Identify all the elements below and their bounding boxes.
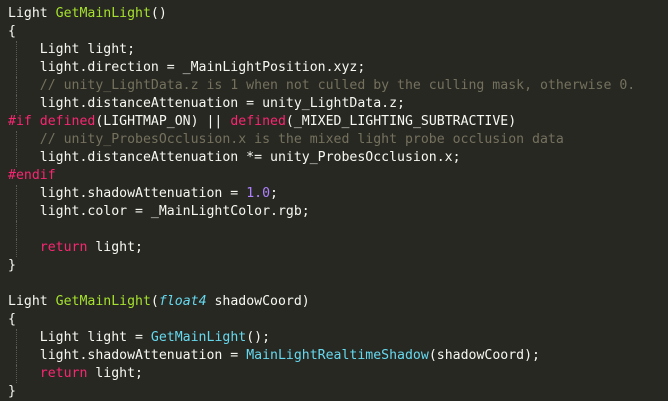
indent-guide [16, 95, 17, 113]
code-line[interactable]: // unity_ProbesOcclusion.x is the mixed … [0, 131, 668, 149]
code-token-type-italic: MainLightRealtimeShadow [246, 348, 429, 363]
indent-guide [16, 221, 17, 239]
code-token-number: 1.0 [246, 186, 271, 201]
code-token-plain: Light [8, 6, 56, 21]
code-token-type-italic: GetMainLight [150, 330, 247, 345]
code-token-plain: } [8, 384, 16, 399]
code-token-plain: (_MIXED_LIGHTING_SUBTRACTIVE) [285, 114, 517, 129]
code-token-keyword: #if [8, 114, 40, 129]
code-line[interactable]: light.distanceAttenuation *= unity_Probe… [0, 149, 668, 167]
code-line[interactable]: Light light = GetMainLight(); [0, 329, 668, 347]
code-area[interactable]: Light GetMainLight(){ Light light; light… [0, 5, 668, 401]
code-token-plain: Light light; [8, 42, 136, 57]
code-token-plain: { [8, 24, 16, 39]
indent-guide [16, 77, 17, 95]
indent-guide [16, 347, 17, 365]
code-token-plain: ( [150, 294, 159, 309]
code-line[interactable]: #if defined(LIGHTMAP_ON) || defined(_MIX… [0, 113, 668, 131]
code-line[interactable]: light.direction = _MainLightPosition.xyz… [0, 59, 668, 77]
code-token-plain: light.color = _MainLightColor.rgb; [8, 204, 310, 219]
indent-guide [16, 131, 17, 149]
code-token-plain: (shadowCoord); [428, 348, 540, 363]
code-token-plain: light; [87, 366, 143, 381]
code-token-keyword: defined [230, 114, 286, 129]
code-token-keyword: return [39, 240, 88, 255]
indent-guide [16, 41, 17, 59]
code-line[interactable] [0, 275, 668, 293]
indent-guide [16, 185, 17, 203]
indent-guide [16, 203, 17, 221]
code-line[interactable]: } [0, 383, 668, 401]
code-line[interactable]: } [0, 257, 668, 275]
code-token-plain: Light light = [8, 330, 151, 345]
code-token-plain: light.shadowAttenuation = [8, 186, 247, 201]
code-token-plain: (LIGHTMAP_ON) || [95, 114, 231, 129]
code-line[interactable]: return light; [0, 239, 668, 257]
code-token-keyword: defined [39, 114, 96, 129]
code-line[interactable]: Light GetMainLight(float4 shadowCoord) [0, 293, 668, 311]
code-token-plain: light.distanceAttenuation *= unity_Probe… [8, 150, 461, 165]
code-token-plain: } [8, 258, 16, 273]
code-token-plain: (); [246, 330, 271, 345]
code-line[interactable]: light.distanceAttenuation = unity_LightD… [0, 95, 668, 113]
code-token-plain: () [150, 6, 167, 21]
code-token-plain: ; [270, 186, 278, 201]
indent-guide [16, 149, 17, 167]
code-token-plain: light.distanceAttenuation = unity_LightD… [8, 96, 405, 111]
code-token-comment: // unity_ProbesOcclusion.x is the mixed … [8, 132, 564, 147]
code-line[interactable]: // unity_LightData.z is 1 when not culle… [0, 77, 668, 95]
code-editor[interactable]: Light GetMainLight(){ Light light; light… [0, 0, 668, 401]
code-token-plain: light; [87, 240, 143, 255]
code-line[interactable]: return light; [0, 365, 668, 383]
code-line[interactable]: Light light; [0, 41, 668, 59]
indent-guide [16, 239, 17, 257]
code-token-keyword: return [39, 366, 88, 381]
indent-guide [16, 365, 17, 383]
code-line[interactable] [0, 221, 668, 239]
code-line[interactable]: light.color = _MainLightColor.rgb; [0, 203, 668, 221]
code-token-function: GetMainLight [55, 294, 151, 309]
code-token-keyword: #endif [8, 168, 56, 183]
code-line[interactable]: Light GetMainLight() [0, 5, 668, 23]
code-line[interactable]: { [0, 23, 668, 41]
code-token-plain: Light [8, 294, 56, 309]
code-line[interactable]: light.shadowAttenuation = 1.0; [0, 185, 668, 203]
indent-guide [16, 59, 17, 77]
code-line[interactable]: #endif [0, 167, 668, 185]
code-token-plain: light.direction = _MainLightPosition.xyz… [8, 60, 366, 75]
code-token-plain: { [8, 312, 16, 327]
code-token-comment: // unity_LightData.z is 1 when not culle… [8, 78, 636, 93]
code-token-plain: light.shadowAttenuation = [8, 348, 247, 363]
code-token-plain: shadowCoord) [206, 294, 310, 309]
indent-guide [16, 329, 17, 347]
code-line[interactable]: { [0, 311, 668, 329]
code-token-type-italic: float4 [158, 294, 207, 309]
code-line[interactable]: light.shadowAttenuation = MainLightRealt… [0, 347, 668, 365]
code-token-function: GetMainLight [55, 6, 151, 21]
